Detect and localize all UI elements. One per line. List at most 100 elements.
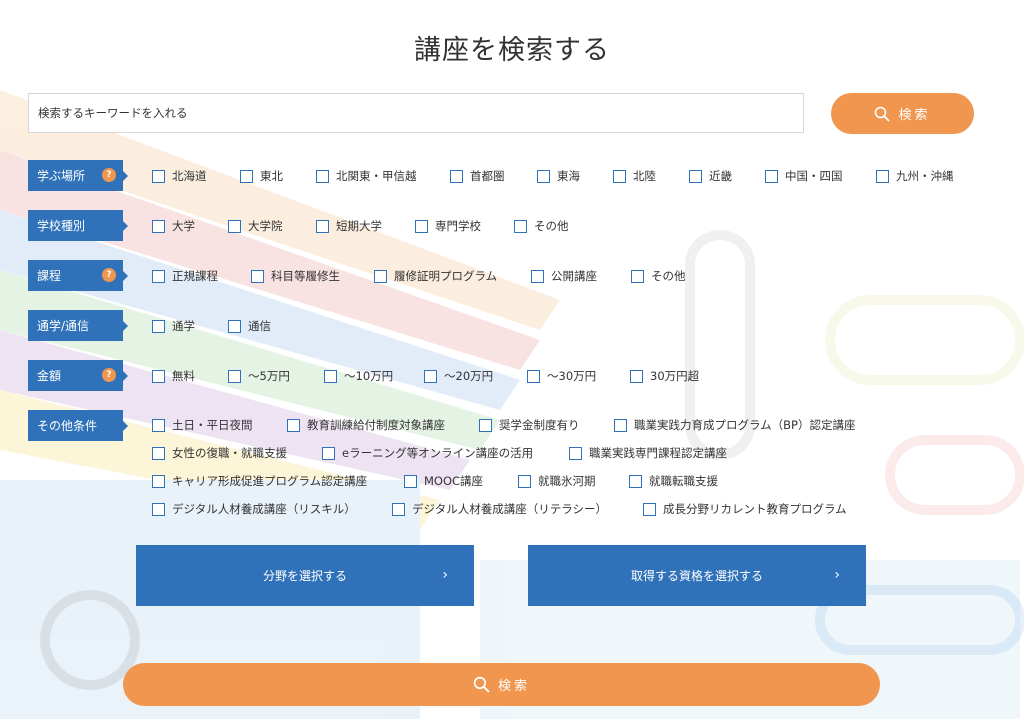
checkbox[interactable] <box>316 169 329 183</box>
checkbox[interactable] <box>876 169 889 183</box>
checkbox[interactable] <box>629 474 642 488</box>
option-label: 近畿 <box>709 169 732 183</box>
help-icon[interactable]: ? <box>102 368 116 382</box>
option-career-formation[interactable]: キャリア形成促進プログラム認定講座 <box>152 473 367 489</box>
option-shutoken[interactable]: 首都圏 <box>450 168 505 184</box>
select-field-button[interactable]: 分野を選択する › <box>136 545 474 606</box>
checkbox[interactable] <box>316 219 329 233</box>
checkbox[interactable] <box>228 219 241 233</box>
option-chugoku-shikoku[interactable]: 中国・四国 <box>765 168 843 184</box>
option-hokuriku[interactable]: 北陸 <box>613 168 656 184</box>
checkbox[interactable] <box>643 502 656 516</box>
checkbox[interactable] <box>240 169 253 183</box>
option-tohoku[interactable]: 東北 <box>240 168 283 184</box>
checkbox[interactable] <box>404 474 417 488</box>
option-label: 〜10万円 <box>344 369 394 383</box>
option-ice-age-generation[interactable]: 就職氷河期 <box>518 473 596 489</box>
checkbox[interactable] <box>614 418 627 432</box>
option-job-change-support[interactable]: 就職転職支援 <box>629 473 718 489</box>
checkbox[interactable] <box>765 169 778 183</box>
checkbox[interactable] <box>287 418 300 432</box>
option-women-reemployment[interactable]: 女性の復職・就職支援 <box>152 445 287 461</box>
option-correspondence[interactable]: 通信 <box>228 318 271 334</box>
checkbox[interactable] <box>374 269 387 283</box>
checkbox[interactable] <box>152 169 165 183</box>
checkbox[interactable] <box>415 219 428 233</box>
option-other-school[interactable]: その他 <box>514 218 569 234</box>
option-growth-recurrent[interactable]: 成長分野リカレント教育プログラム <box>643 501 847 517</box>
search-input[interactable] <box>28 93 804 133</box>
checkbox[interactable] <box>424 369 437 383</box>
option-kitakanto[interactable]: 北関東・甲信越 <box>316 168 417 184</box>
checkbox[interactable] <box>450 169 463 183</box>
checkbox[interactable] <box>537 169 550 183</box>
option-label: 北陸 <box>633 169 656 183</box>
option-label: 東北 <box>260 169 283 183</box>
option-digital-reskill[interactable]: デジタル人材養成講座（リスキル） <box>152 501 356 517</box>
option-vocational-school[interactable]: 専門学校 <box>415 218 481 234</box>
checkbox[interactable] <box>613 169 626 183</box>
checkbox[interactable] <box>152 446 165 460</box>
filter-label-school-type: 学校種別 <box>28 210 128 241</box>
option-credit-auditor[interactable]: 科目等履修生 <box>251 268 340 284</box>
checkbox[interactable] <box>631 269 644 283</box>
option-label: 短期大学 <box>336 219 382 233</box>
checkbox[interactable] <box>689 169 702 183</box>
checkbox[interactable] <box>152 369 165 383</box>
checkbox[interactable] <box>152 269 165 283</box>
option-scholarship[interactable]: 奨学金制度有り <box>479 417 580 433</box>
bottom-search-label: 検索 <box>497 679 530 694</box>
select-qualification-button[interactable]: 取得する資格を選択する › <box>528 545 866 606</box>
option-digital-literacy[interactable]: デジタル人材養成講座（リテラシー） <box>392 501 607 517</box>
checkbox[interactable] <box>152 418 165 432</box>
option-certificate-program[interactable]: 履修証明プログラム <box>374 268 497 284</box>
option-graduate-school[interactable]: 大学院 <box>228 218 283 234</box>
option-label: 正規課程 <box>172 269 218 283</box>
checkbox[interactable] <box>322 446 335 460</box>
checkbox[interactable] <box>228 319 241 333</box>
option-elearning[interactable]: eラーニング等オンライン講座の活用 <box>322 445 533 461</box>
checkbox[interactable] <box>518 474 531 488</box>
option-junior-college[interactable]: 短期大学 <box>316 218 382 234</box>
bottom-search-button[interactable]: 検索 <box>123 663 880 706</box>
option-under-100k[interactable]: 〜10万円 <box>324 368 393 384</box>
option-other-course[interactable]: その他 <box>631 268 686 284</box>
checkbox[interactable] <box>479 418 492 432</box>
option-free[interactable]: 無料 <box>152 368 195 384</box>
checkbox[interactable] <box>152 474 165 488</box>
option-vocational-specialized[interactable]: 職業実践専門課程認定講座 <box>569 445 727 461</box>
checkbox[interactable] <box>514 219 527 233</box>
checkbox[interactable] <box>152 319 165 333</box>
option-commute[interactable]: 通学 <box>152 318 195 334</box>
option-public-lecture[interactable]: 公開講座 <box>531 268 597 284</box>
search-button[interactable]: 検索 <box>831 93 974 134</box>
checkbox[interactable] <box>228 369 241 383</box>
option-hokkaido[interactable]: 北海道 <box>152 168 207 184</box>
option-weekend-evening[interactable]: 土日・平日夜間 <box>152 417 253 433</box>
option-under-50k[interactable]: 〜5万円 <box>228 368 290 384</box>
option-training-benefit[interactable]: 教育訓練給付制度対象講座 <box>287 417 445 433</box>
checkbox[interactable] <box>527 369 540 383</box>
option-kyushu-okinawa[interactable]: 九州・沖縄 <box>876 168 954 184</box>
checkbox[interactable] <box>251 269 264 283</box>
option-mooc[interactable]: MOOC講座 <box>404 473 483 489</box>
checkbox[interactable] <box>324 369 337 383</box>
checkbox[interactable] <box>152 219 165 233</box>
checkbox[interactable] <box>569 446 582 460</box>
checkbox[interactable] <box>630 369 643 383</box>
filter-label-attendance: 通学/通信 <box>28 310 128 341</box>
option-university[interactable]: 大学 <box>152 218 195 234</box>
option-under-200k[interactable]: 〜20万円 <box>424 368 493 384</box>
help-icon[interactable]: ? <box>102 168 116 182</box>
help-icon[interactable]: ? <box>102 268 116 282</box>
option-under-300k[interactable]: 〜30万円 <box>527 368 596 384</box>
checkbox[interactable] <box>152 502 165 516</box>
option-label: 大学院 <box>248 219 283 233</box>
option-bp-certified[interactable]: 職業実践力育成プログラム（BP）認定講座 <box>614 417 855 433</box>
option-regular-course[interactable]: 正規課程 <box>152 268 218 284</box>
option-kinki[interactable]: 近畿 <box>689 168 732 184</box>
option-over-300k[interactable]: 30万円超 <box>630 368 699 384</box>
checkbox[interactable] <box>531 269 544 283</box>
checkbox[interactable] <box>392 502 405 516</box>
option-tokai[interactable]: 東海 <box>537 168 580 184</box>
